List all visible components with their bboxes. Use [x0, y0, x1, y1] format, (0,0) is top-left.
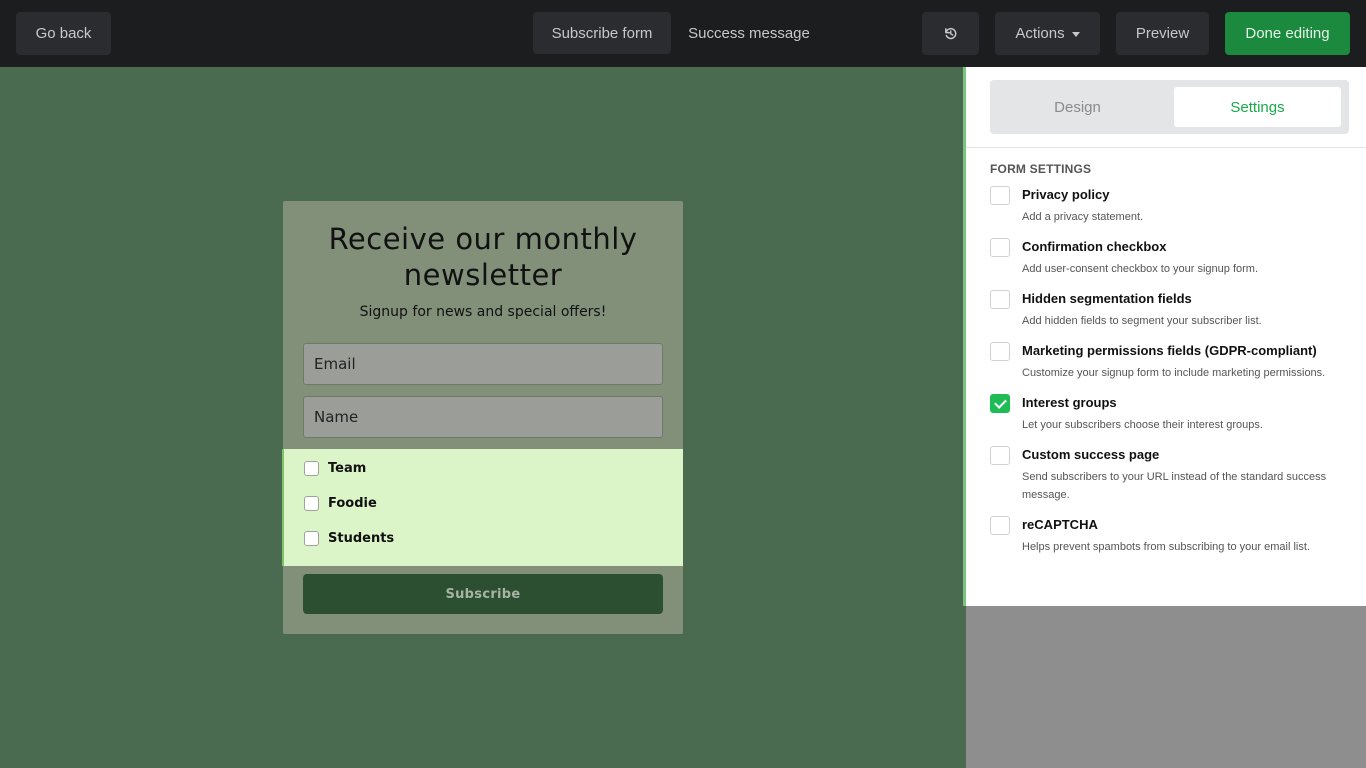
form-subtitle[interactable]: Signup for news and special offers! — [283, 304, 683, 320]
setting-title: Hidden segmentation fields — [1022, 291, 1192, 306]
setting-description: Add hidden fields to segment your subscr… — [1022, 315, 1262, 327]
email-field[interactable]: Email — [303, 343, 663, 385]
group-label: Foodie — [328, 496, 377, 511]
setting-title: Interest groups — [1022, 395, 1117, 410]
checkbox-checked[interactable] — [990, 394, 1010, 413]
setting-title: Marketing permissions fields (GDPR-compl… — [1022, 343, 1317, 358]
form-title[interactable]: Receive our monthly newsletter — [283, 221, 683, 293]
checkbox[interactable] — [990, 516, 1010, 535]
signup-form-preview[interactable]: Receive our monthly newsletter Signup fo… — [282, 201, 683, 634]
panel-tab-switcher: Design Settings — [990, 80, 1349, 134]
done-editing-button[interactable]: Done editing — [1225, 12, 1350, 55]
setting-description: Let your subscribers choose their intere… — [1022, 419, 1263, 431]
setting-title: reCAPTCHA — [1022, 517, 1098, 532]
tab-settings[interactable]: Settings — [1174, 87, 1341, 127]
settings-panel: Design Settings FORM SETTINGS Privacy po… — [963, 67, 1366, 606]
group-checkbox[interactable] — [304, 496, 319, 511]
divider — [966, 147, 1366, 148]
checkbox[interactable] — [990, 186, 1010, 205]
checkbox[interactable] — [990, 238, 1010, 257]
subscribe-button[interactable]: Subscribe — [303, 574, 663, 614]
group-option[interactable]: Foodie — [304, 496, 377, 511]
group-label: Team — [328, 461, 367, 476]
group-option[interactable]: Team — [304, 461, 366, 476]
setting-description: Send subscribers to your URL instead of … — [1022, 471, 1327, 501]
interest-groups-block[interactable]: Team Foodie Students — [282, 449, 683, 566]
top-toolbar: Go back Subscribe form Success message A… — [0, 0, 1366, 67]
history-icon — [945, 28, 957, 40]
tab-subscribe-form[interactable]: Subscribe form — [533, 12, 671, 54]
group-option[interactable]: Students — [304, 531, 394, 546]
setting-description: Add a privacy statement. — [1022, 211, 1144, 223]
group-checkbox[interactable] — [304, 461, 319, 476]
actions-label: Actions — [1015, 25, 1065, 42]
checkbox[interactable] — [990, 290, 1010, 309]
group-label: Students — [328, 531, 395, 546]
section-title: FORM SETTINGS — [990, 162, 1092, 176]
setting-description: Add user-consent checkbox to your signup… — [1022, 263, 1259, 275]
go-back-button[interactable]: Go back — [16, 12, 111, 55]
setting-title: Confirmation checkbox — [1022, 239, 1167, 254]
checkbox[interactable] — [990, 446, 1010, 465]
name-field[interactable]: Name — [303, 396, 663, 438]
preview-button[interactable]: Preview — [1116, 12, 1209, 55]
setting-description: Helps prevent spambots from subscribing … — [1022, 541, 1310, 553]
tab-design[interactable]: Design — [994, 87, 1161, 127]
checkbox[interactable] — [990, 342, 1010, 361]
setting-description: Customize your signup form to include ma… — [1022, 367, 1326, 379]
history-button[interactable] — [922, 12, 979, 55]
group-checkbox[interactable] — [304, 531, 319, 546]
setting-title: Privacy policy — [1022, 187, 1110, 202]
setting-title: Custom success page — [1022, 447, 1160, 462]
actions-dropdown-button[interactable]: Actions — [995, 12, 1100, 55]
caret-down-icon — [1071, 32, 1080, 37]
tab-success-message[interactable]: Success message — [674, 12, 824, 55]
